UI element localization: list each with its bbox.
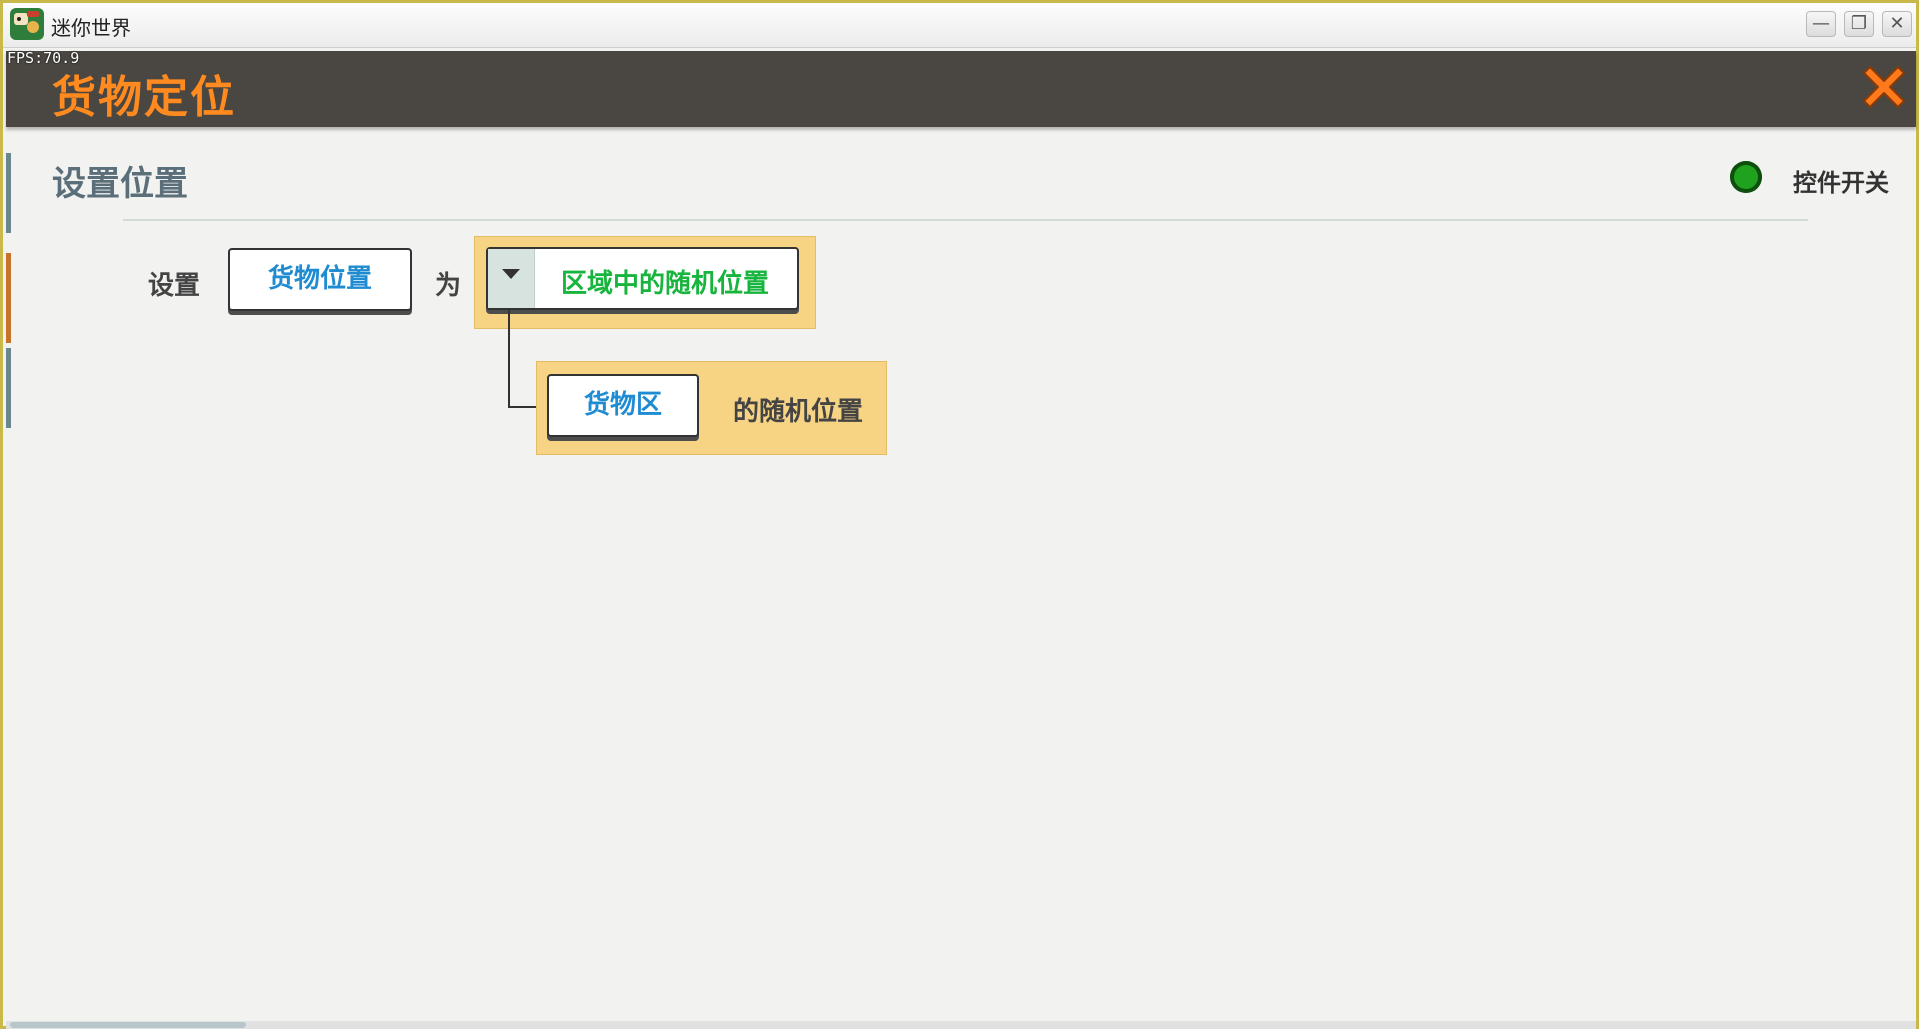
restore-button[interactable]: ❐ (1844, 11, 1874, 37)
left-edge-strip-active (6, 253, 11, 343)
restore-icon: ❐ (1850, 13, 1868, 34)
horizontal-scrollbar[interactable] (6, 1021, 1916, 1029)
chevron-down-icon (502, 269, 520, 279)
os-title-bar[interactable]: 迷你世界 — ❐ ✕ (3, 3, 1916, 48)
minimize-button[interactable]: — (1806, 11, 1836, 37)
window-close-icon: ✕ (1889, 13, 1905, 34)
fps-counter: FPS:70.9 (7, 49, 80, 67)
left-edge-strip (6, 153, 11, 233)
area-field-button[interactable]: 货物区 (547, 374, 699, 437)
window-close-button[interactable]: ✕ (1882, 11, 1912, 37)
close-x-icon[interactable] (1856, 59, 1912, 115)
rule-prefix: 设置 (148, 271, 201, 301)
app-logo-icon (10, 8, 44, 40)
window-title: 迷你世界 (51, 16, 131, 40)
app-window: 迷你世界 — ❐ ✕ FPS:70.9 货物定位 设置位置 控件开关 设置 货物… (0, 0, 1919, 1029)
left-edge-strip (6, 348, 11, 428)
rule-connector-word: 为 (435, 271, 462, 301)
section-title: 设置位置 (52, 164, 188, 204)
dialog-header: 货物定位 (6, 51, 1916, 127)
section-divider (123, 219, 1808, 221)
minimize-icon: — (1812, 13, 1830, 34)
dropdown-selected-value: 区域中的随机位置 (561, 269, 770, 299)
dropdown-toggle[interactable] (488, 249, 535, 308)
control-toggle[interactable] (1730, 161, 1762, 193)
sub-param-suffix: 的随机位置 (733, 397, 864, 427)
dialog-title: 货物定位 (52, 72, 236, 123)
value-dropdown[interactable]: 区域中的随机位置 (486, 247, 799, 310)
target-field-button[interactable]: 货物位置 (228, 248, 412, 311)
control-toggle-label: 控件开关 (1793, 169, 1889, 197)
scrollbar-thumb[interactable] (10, 1022, 246, 1028)
